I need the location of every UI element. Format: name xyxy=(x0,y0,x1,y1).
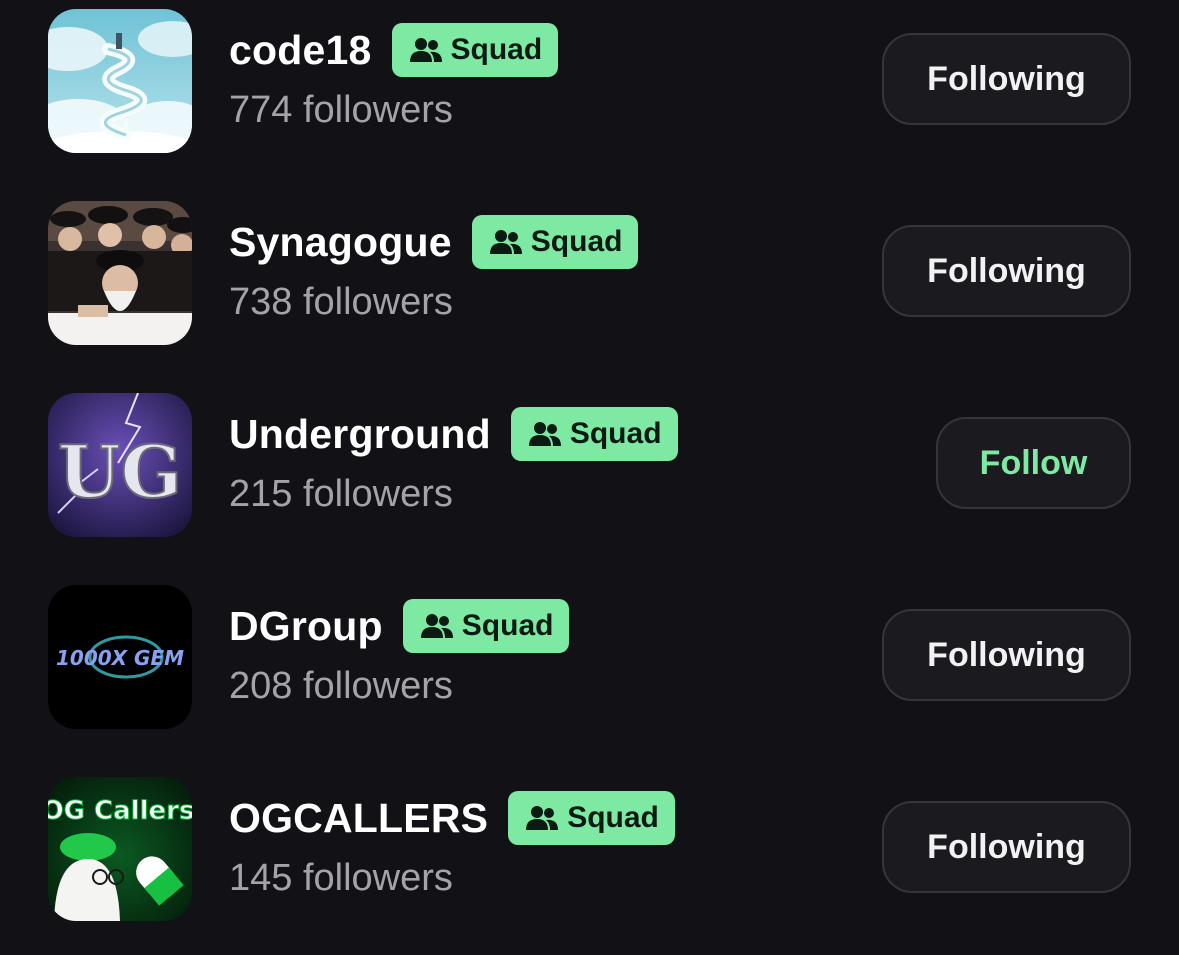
name-line: OGCALLERS Squad xyxy=(229,791,675,845)
users-icon xyxy=(528,422,561,446)
follower-count: 145 followers xyxy=(229,857,453,899)
squad-name[interactable]: DGroup xyxy=(229,603,383,650)
spiral-staircase-clouds-avatar[interactable] xyxy=(48,9,192,153)
squad-name[interactable]: OGCALLERS xyxy=(229,795,488,842)
og-callers-avatar[interactable]: OG Callers xyxy=(48,777,192,921)
users-icon xyxy=(526,806,559,830)
group-photo-avatar[interactable] xyxy=(48,201,192,345)
follower-count: 738 followers xyxy=(229,281,453,323)
following-button[interactable]: Following xyxy=(882,801,1131,893)
name-line: DGroup Squad xyxy=(229,599,570,653)
svg-text:UG: UG xyxy=(58,429,182,514)
avatar-text: 1000X GEM xyxy=(56,646,184,670)
list-item[interactable]: code18 Squad 774 followers Following xyxy=(0,9,1179,153)
badge-label: Squad xyxy=(450,33,543,66)
list-item[interactable]: OG Callers OGCALLERS Squad 145 followers… xyxy=(0,777,1179,921)
1000x-gem-avatar[interactable]: 1000X GEM xyxy=(48,585,192,729)
users-icon xyxy=(409,38,442,62)
users-icon xyxy=(420,614,453,638)
following-button[interactable]: Following xyxy=(882,609,1131,701)
list-item[interactable]: Synagogue Squad 738 followers Following xyxy=(0,201,1179,345)
squad-list: code18 Squad 774 followers Following Syn… xyxy=(0,0,1179,955)
follower-count: 215 followers xyxy=(229,473,453,515)
squad-badge: Squad xyxy=(471,215,639,269)
follower-count: 774 followers xyxy=(229,89,453,131)
squad-name[interactable]: Underground xyxy=(229,411,491,458)
list-item[interactable]: UG Underground Squad 215 followers Follo… xyxy=(0,393,1179,537)
following-button[interactable]: Following xyxy=(882,33,1131,125)
squad-badge: Squad xyxy=(402,599,570,653)
name-line: Synagogue Squad xyxy=(229,215,639,269)
squad-badge: Squad xyxy=(508,791,675,845)
badge-label: Squad xyxy=(569,417,662,450)
ug-logo-avatar[interactable]: UG xyxy=(48,393,192,537)
avatar-text: OG Callers xyxy=(48,796,192,826)
follower-count: 208 followers xyxy=(229,665,453,707)
squad-name[interactable]: Synagogue xyxy=(229,219,452,266)
badge-label: Squad xyxy=(530,225,623,258)
squad-badge: Squad xyxy=(391,23,559,77)
follow-button[interactable]: Follow xyxy=(936,417,1131,509)
list-item[interactable]: 1000X GEM DGroup Squad 208 followers Fol… xyxy=(0,585,1179,729)
squad-name[interactable]: code18 xyxy=(229,27,372,74)
name-line: code18 Squad xyxy=(229,23,559,77)
name-line: Underground Squad xyxy=(229,407,678,461)
following-button[interactable]: Following xyxy=(882,225,1131,317)
badge-label: Squad xyxy=(567,801,659,834)
users-icon xyxy=(489,230,522,254)
squad-badge: Squad xyxy=(510,407,678,461)
badge-label: Squad xyxy=(461,609,554,642)
